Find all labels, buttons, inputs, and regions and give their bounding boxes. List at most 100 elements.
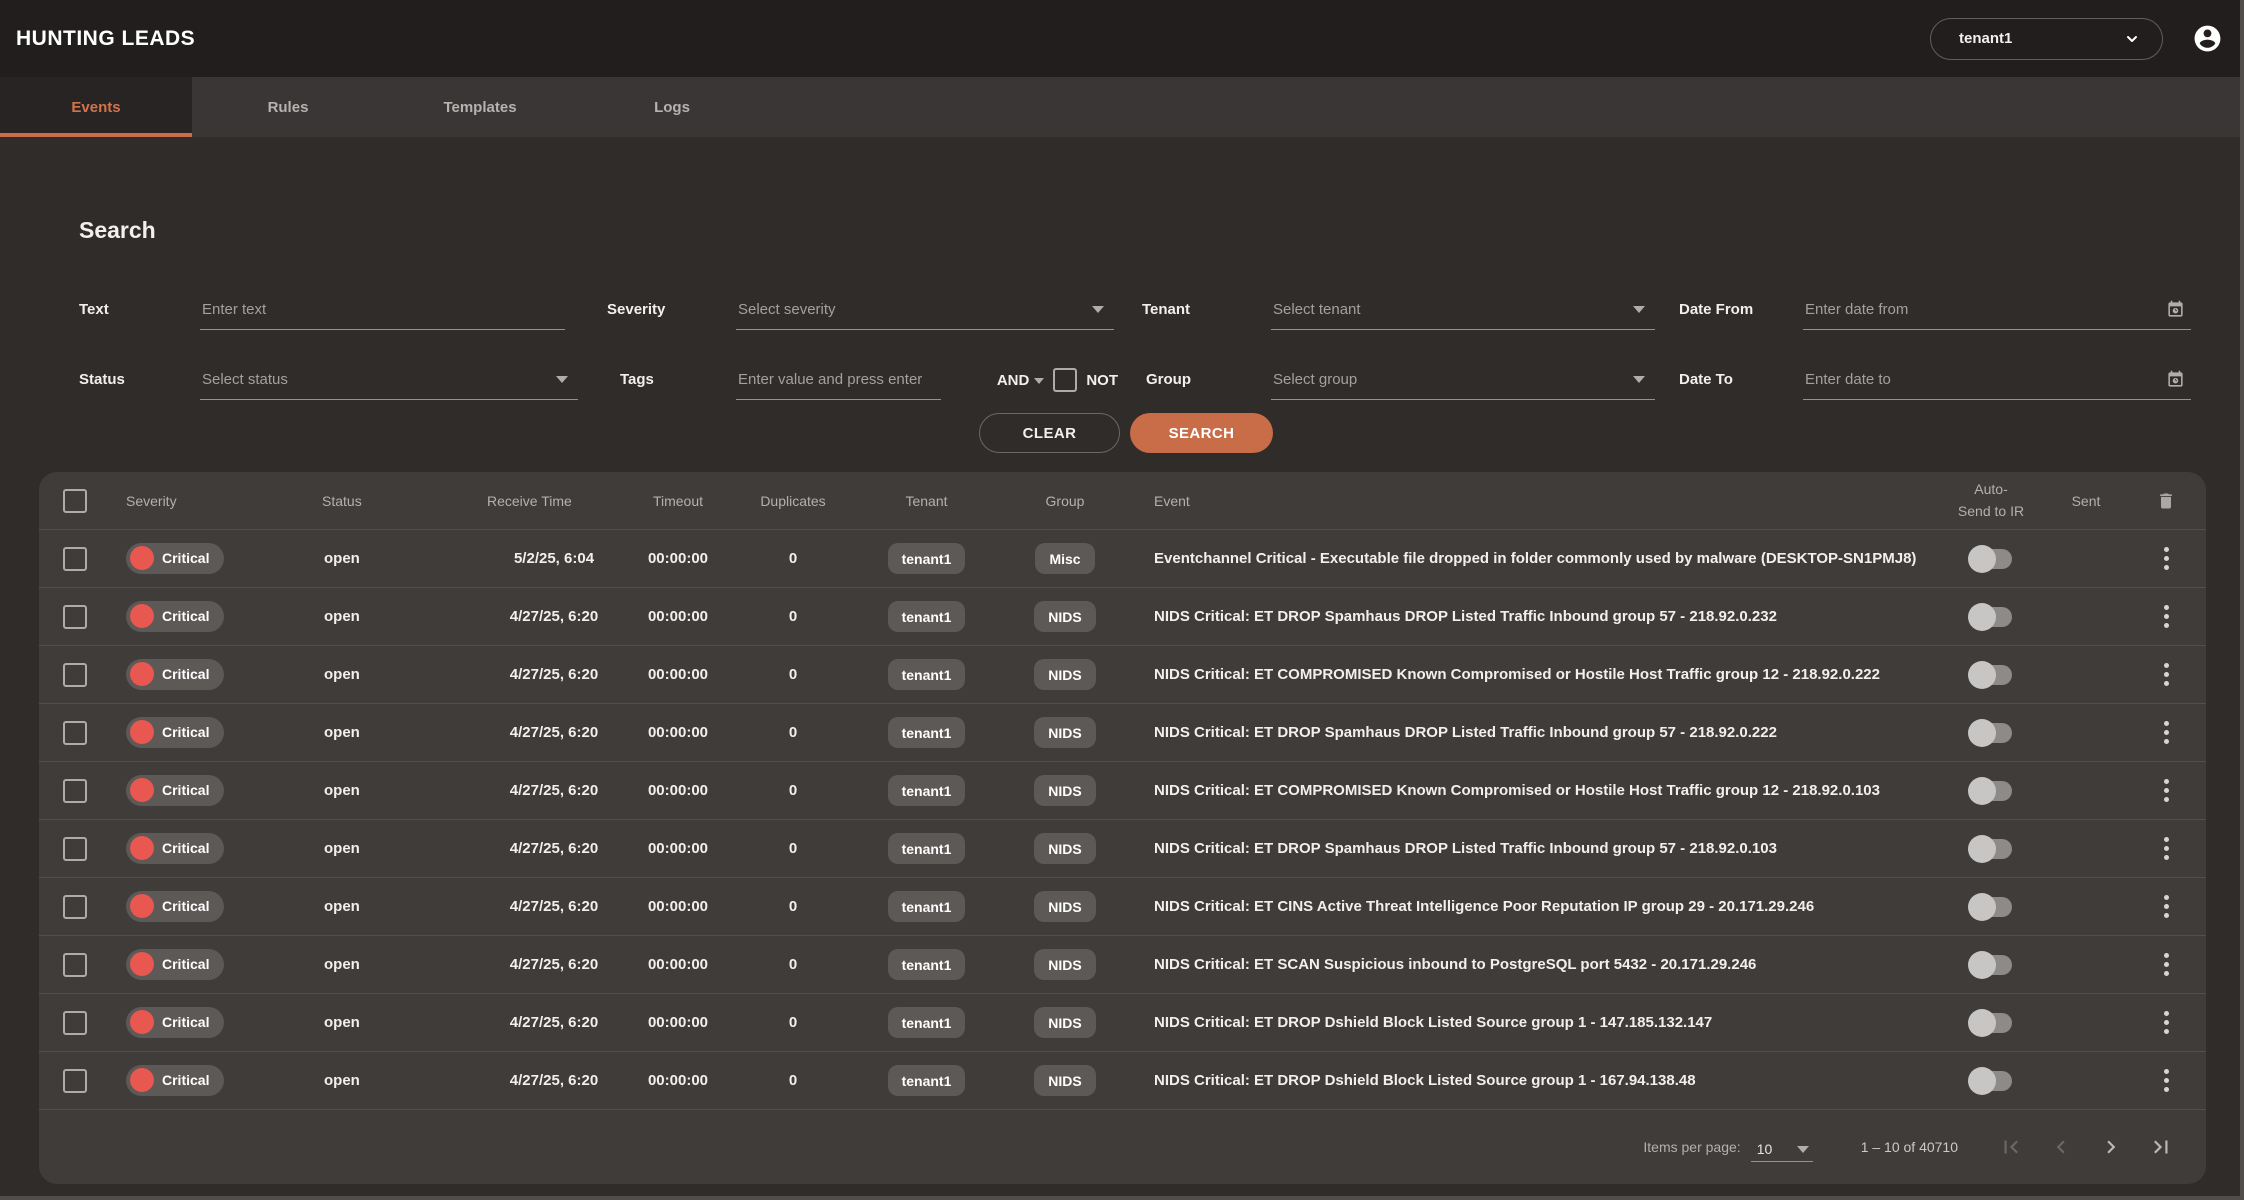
tab-rules[interactable]: Rules [192,77,384,137]
page-range-label: 1 – 10 of 40710 [1861,1139,1958,1155]
next-page-icon[interactable] [2096,1132,2126,1162]
row-menu-icon[interactable] [2160,949,2173,980]
row-checkbox[interactable] [63,837,87,861]
auto-send-ir-toggle[interactable] [1968,835,2014,863]
toggle-thumb [1968,603,1996,631]
trash-icon[interactable] [2156,491,2176,511]
search-button[interactable]: SEARCH [1130,413,1273,453]
severity-badge: Critical [126,949,224,980]
auto-send-ir-toggle[interactable] [1968,893,2014,921]
receive-time-cell: 4/27/25, 6:20 [475,898,633,915]
tab-templates[interactable]: Templates [384,77,576,137]
column-header-sent: Sent [2046,493,2126,509]
dropdown-arrow-icon [1633,306,1645,313]
tags-operator-select[interactable]: AND [997,372,1045,389]
row-checkbox[interactable] [63,953,87,977]
text-label: Text [79,301,200,330]
text-input[interactable]: Enter text [200,290,565,330]
auto-send-ir-toggle[interactable] [1968,777,2014,805]
clear-button[interactable]: CLEAR [979,413,1120,453]
select-all-checkbox[interactable] [63,489,87,513]
severity-badge-label: Critical [162,608,209,624]
group-chip: NIDS [1034,775,1095,806]
event-cell: NIDS Critical: ET COMPROMISED Known Comp… [1140,782,1936,799]
tags-input[interactable]: Enter value and press enter [736,360,941,400]
page-size-value: 10 [1757,1141,1773,1157]
duplicates-cell: 0 [723,840,863,857]
severity-badge: Critical [126,833,224,864]
date-from-input[interactable]: Enter date from [1803,290,2191,330]
receive-time-cell: 4/27/25, 6:20 [475,666,633,683]
row-menu-icon[interactable] [2160,717,2173,748]
dropdown-arrow-icon [1633,376,1645,383]
row-checkbox[interactable] [63,663,87,687]
group-chip: NIDS [1034,717,1095,748]
tenant-chip: tenant1 [888,659,966,690]
calendar-icon[interactable] [2166,370,2185,389]
group-chip: NIDS [1034,833,1095,864]
row-checkbox[interactable] [63,605,87,629]
row-menu-icon[interactable] [2160,775,2173,806]
row-menu-icon[interactable] [2160,601,2173,632]
severity-badge-label: Critical [162,840,209,856]
account-icon[interactable] [2192,23,2223,54]
group-select[interactable]: Select group [1271,360,1655,400]
severity-badge: Critical [126,891,224,922]
scrollbar-track-vertical[interactable] [2240,0,2244,1200]
severity-select[interactable]: Select severity [736,290,1114,330]
row-checkbox[interactable] [63,721,87,745]
previous-page-icon[interactable] [2046,1132,2076,1162]
table-row: Critical open 4/27/25, 6:20 00:00:00 0 t… [39,1052,2206,1110]
row-checkbox[interactable] [63,547,87,571]
receive-time-cell: 4/27/25, 6:20 [475,1072,633,1089]
timeout-cell: 00:00:00 [633,840,723,857]
first-page-icon[interactable] [1996,1132,2026,1162]
calendar-icon[interactable] [2166,300,2185,319]
app-title: HUNTING LEADS [16,27,195,51]
tenant-chip: tenant1 [888,543,966,574]
auto-send-ir-toggle[interactable] [1968,951,2014,979]
events-table: Severity Status Receive Time Timeout Dup… [39,472,2206,1184]
auto-send-ir-toggle[interactable] [1968,719,2014,747]
page-size-select[interactable]: 10 [1751,1132,1813,1162]
tab-logs[interactable]: Logs [576,77,768,137]
auto-send-ir-toggle[interactable] [1968,545,2014,573]
tenant-select[interactable]: Select tenant [1271,290,1655,330]
status-cell: open [300,608,475,625]
row-menu-icon[interactable] [2160,543,2173,574]
severity-badge: Critical [126,601,224,632]
event-cell: NIDS Critical: ET DROP Spamhaus DROP Lis… [1140,724,1936,741]
row-checkbox[interactable] [63,1011,87,1035]
receive-time-cell: 4/27/25, 6:20 [475,840,633,857]
row-checkbox[interactable] [63,895,87,919]
table-row: Critical open 5/2/25, 6:04 00:00:00 0 te… [39,530,2206,588]
auto-send-ir-toggle[interactable] [1968,661,2014,689]
tab-events[interactable]: Events [0,77,192,137]
scrollbar-track-horizontal[interactable] [0,1196,2244,1200]
status-select[interactable]: Select status [200,360,578,400]
date-to-input[interactable]: Enter date to [1803,360,2191,400]
severity-badge-label: Critical [162,782,209,798]
duplicates-cell: 0 [723,724,863,741]
row-menu-icon[interactable] [2160,1065,2173,1096]
column-header-tenant: Tenant [863,493,990,509]
table-row: Critical open 4/27/25, 6:20 00:00:00 0 t… [39,646,2206,704]
row-menu-icon[interactable] [2160,833,2173,864]
tenant-selector-value: tenant1 [1959,30,2012,47]
auto-send-ir-toggle[interactable] [1968,603,2014,631]
severity-badge-label: Critical [162,898,209,914]
auto-send-ir-toggle[interactable] [1968,1067,2014,1095]
timeout-cell: 00:00:00 [633,1014,723,1031]
not-checkbox[interactable] [1053,368,1077,392]
tenant-selector[interactable]: tenant1 [1930,18,2163,60]
severity-dot-icon [130,836,154,860]
last-page-icon[interactable] [2146,1132,2176,1162]
row-menu-icon[interactable] [2160,891,2173,922]
row-menu-icon[interactable] [2160,1007,2173,1038]
column-header-group: Group [990,493,1140,509]
row-menu-icon[interactable] [2160,659,2173,690]
row-checkbox[interactable] [63,779,87,803]
auto-send-ir-toggle[interactable] [1968,1009,2014,1037]
row-checkbox[interactable] [63,1069,87,1093]
status-cell: open [300,666,475,683]
